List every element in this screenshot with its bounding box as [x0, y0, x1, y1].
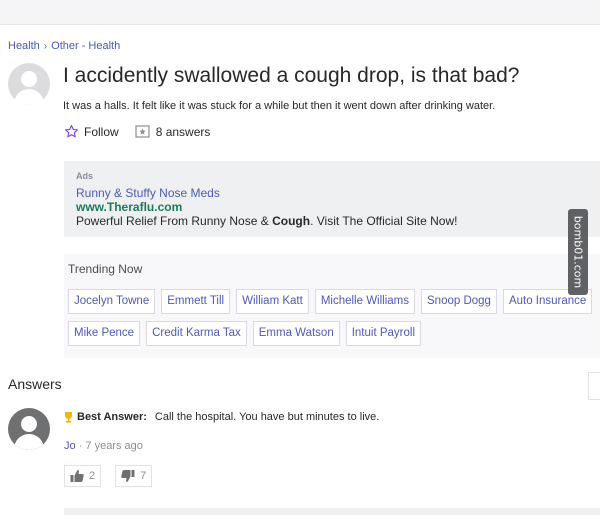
answers-icon [135, 124, 150, 138]
ad-text-start: Powerful Relief From Runny Nose & [76, 214, 273, 228]
user-avatar-icon [21, 71, 37, 87]
trending-chip[interactable]: Intuit Payroll [345, 321, 421, 346]
follow-button[interactable]: Follow [64, 124, 119, 139]
answer-time: · 7 years ago [75, 440, 143, 452]
best-answer-text: Call the hospital. You have but minutes … [154, 411, 380, 423]
question-actions: Follow 8 answers [64, 124, 210, 139]
user-avatar-icon [21, 416, 37, 432]
breadcrumb: Health › Other - Health [8, 40, 120, 52]
trophy-icon [65, 411, 72, 423]
answers-count[interactable]: 8 answers [135, 124, 211, 139]
trending-chip[interactable]: Emmett Till [161, 289, 231, 314]
trending-row-1: Jocelyn Towne Emmett Till William Katt M… [68, 289, 600, 314]
downvote-count: 7 [140, 470, 147, 482]
trending-chip[interactable]: Snoop Dogg [421, 289, 497, 314]
thumbs-down-button[interactable]: 7 [115, 465, 153, 487]
trending-chip[interactable]: Emma Watson [252, 321, 340, 346]
top-bar [0, 0, 600, 25]
answer-votes: 2 7 [64, 465, 153, 487]
answer-meta: Jo · 7 years ago [64, 440, 143, 452]
best-answer: Best Answer: Call the hospital. You have… [64, 411, 379, 423]
ad-link[interactable]: Runny & Stuffy Nose Meds [76, 186, 220, 200]
ads-label: Ads [76, 171, 94, 181]
sort-dropdown[interactable] [588, 372, 600, 400]
upvote-count: 2 [89, 470, 96, 482]
trending-chip[interactable]: Michelle Williams [314, 289, 415, 314]
ad-text: Powerful Relief From Runny Nose & Cough.… [76, 214, 457, 228]
thumbs-up-button[interactable]: 2 [64, 465, 102, 487]
follow-label: Follow [84, 124, 119, 139]
question-title: I accidently swallowed a cough drop, is … [63, 64, 520, 87]
trending-chip[interactable]: Jocelyn Towne [68, 289, 156, 314]
trending-row-2: Mike Pence Credit Karma Tax Emma Watson … [68, 321, 600, 346]
site-watermark: bomb01.com [568, 209, 588, 295]
trending-chip[interactable]: Credit Karma Tax [146, 321, 247, 346]
answerer-avatar[interactable] [8, 408, 50, 450]
ad-text-end: . Visit The Official Site Now! [310, 214, 458, 228]
best-answer-label: Best Answer: [77, 411, 147, 423]
chevron-right-icon: › [43, 40, 48, 52]
watermark-text: bomb01.com [571, 215, 585, 289]
thumbs-down-icon [121, 470, 135, 482]
breadcrumb-subcategory[interactable]: Other - Health [51, 40, 120, 52]
thumbs-up-icon [70, 470, 84, 482]
ad-panel: Ads Runny & Stuffy Nose Meds www.Therafl… [64, 161, 600, 237]
trending-panel: Trending Now Jocelyn Towne Emmett Till W… [64, 254, 600, 358]
trending-chips: Jocelyn Towne Emmett Till William Katt M… [68, 289, 600, 353]
answers-count-label: 8 answers [155, 124, 211, 139]
ad-text-bold: Cough [272, 214, 311, 228]
trending-chip[interactable]: Mike Pence [68, 321, 141, 346]
question-details: It was a halls. It felt like it was stuc… [63, 100, 496, 112]
star-outline-icon [65, 125, 78, 138]
trending-title: Trending Now [68, 262, 143, 276]
breadcrumb-category[interactable]: Health [8, 40, 40, 52]
answer-author[interactable]: Jo [64, 440, 76, 452]
asker-avatar[interactable] [8, 63, 50, 105]
next-answer-strip [64, 508, 600, 515]
ad-url[interactable]: www.Theraflu.com [76, 200, 182, 214]
answers-heading: Answers [8, 376, 62, 392]
trending-chip[interactable]: William Katt [236, 289, 309, 314]
